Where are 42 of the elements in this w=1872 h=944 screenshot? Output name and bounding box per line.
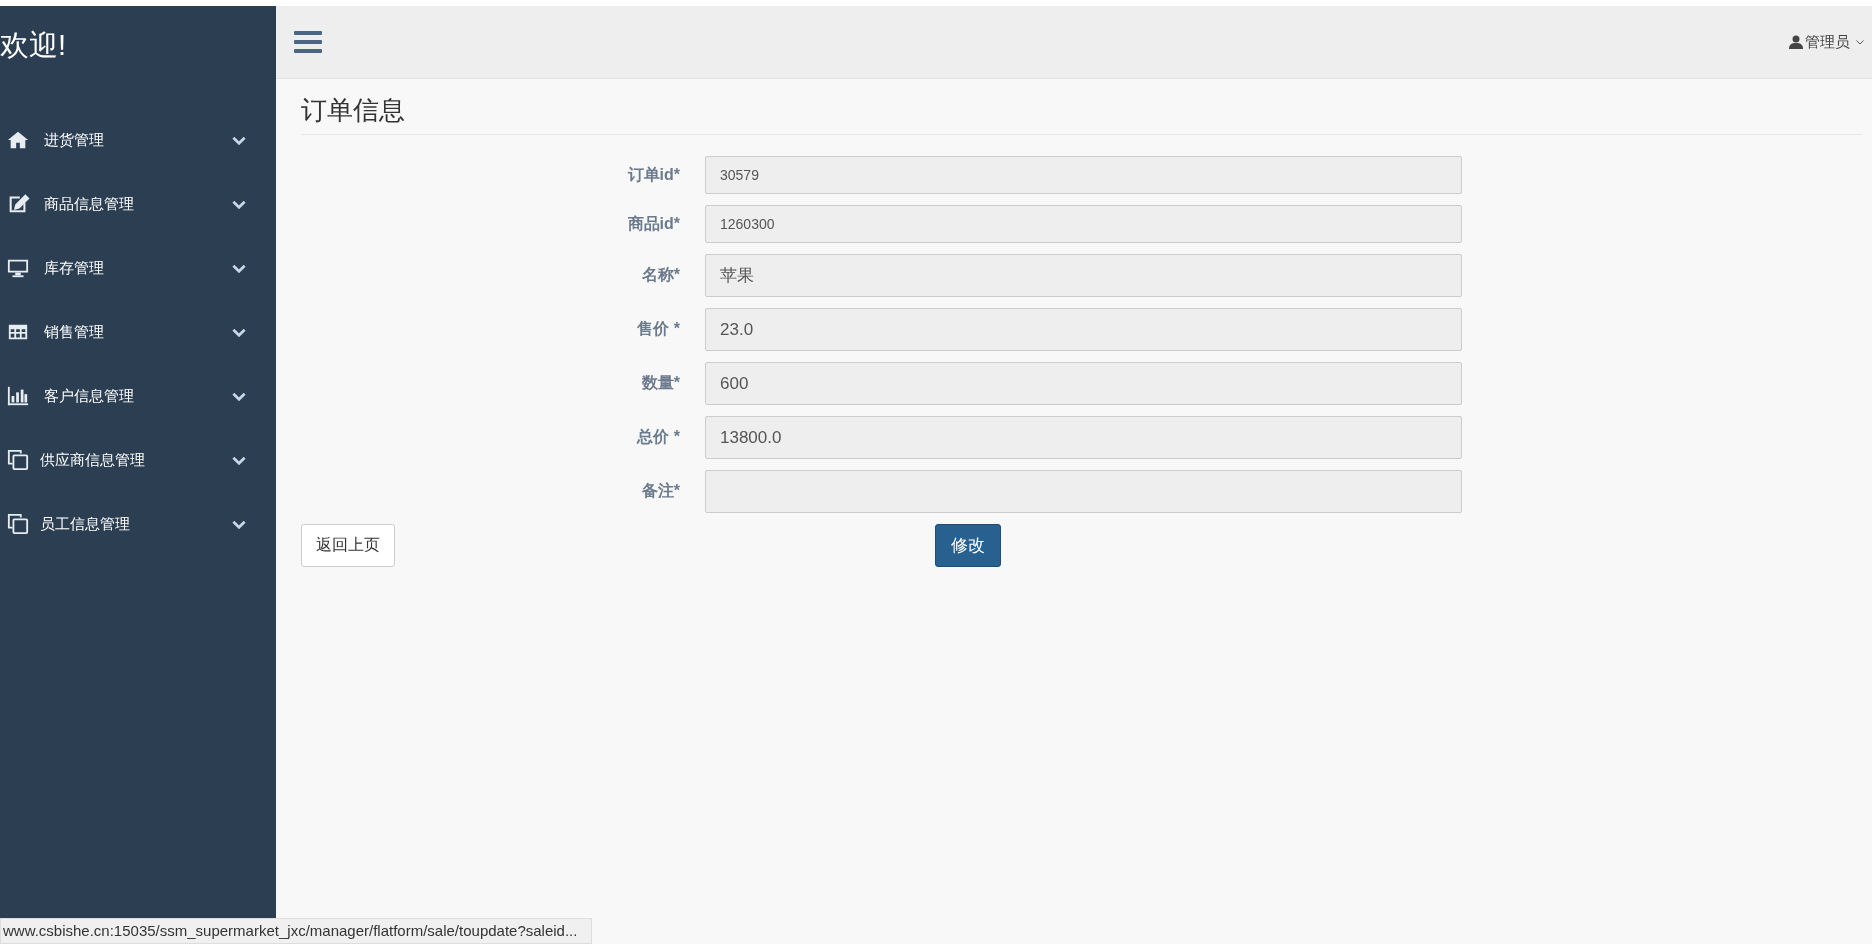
status-bar-url: www.csbishe.cn:15035/ssm_supermarket_jxc/manager/flatform/sale/toupdate?saleid... xyxy=(0,918,593,944)
input-field[interactable]: 23.0 xyxy=(705,308,1462,351)
sidebar-item[interactable]: 库存管理 xyxy=(0,236,276,300)
bar-chart-icon xyxy=(6,385,30,407)
page-title: 订单信息 xyxy=(301,93,1862,135)
sidebar-item[interactable]: 客户信息管理 xyxy=(0,364,276,428)
copy-icon xyxy=(6,449,30,471)
field-label: 订单id* xyxy=(626,164,681,185)
field-label: 售价 * xyxy=(636,319,681,339)
chevron-down-icon xyxy=(232,263,246,273)
chevron-down-icon xyxy=(232,199,246,209)
input-field[interactable] xyxy=(705,470,1462,513)
chevron-down-icon xyxy=(232,519,246,529)
chevron-down-icon xyxy=(232,135,246,145)
copy-icon xyxy=(6,513,30,535)
chevron-down-icon xyxy=(232,455,246,465)
input-field[interactable]: 600 xyxy=(705,362,1462,405)
user-menu[interactable]: 管理员 xyxy=(1789,32,1864,52)
monitor-icon xyxy=(6,257,30,279)
caret-icon xyxy=(1856,39,1864,45)
sidebar-item[interactable]: 供应商信息管理 xyxy=(0,428,276,492)
input-field[interactable]: 30579 xyxy=(705,156,1462,194)
chevron-down-icon xyxy=(232,391,246,401)
sidebar-item[interactable]: 员工信息管理 xyxy=(0,492,276,556)
field-label: 商品id* xyxy=(626,213,681,234)
menu-icon[interactable] xyxy=(294,30,322,54)
sidebar-item[interactable]: 进货管理 xyxy=(0,108,276,172)
chevron-down-icon xyxy=(232,327,246,337)
back-button[interactable]: 返回上页 xyxy=(301,524,395,567)
field-label: 备注* xyxy=(640,481,681,501)
field-label: 数量* xyxy=(640,373,681,393)
home-icon xyxy=(6,129,30,151)
user-icon xyxy=(1789,35,1803,49)
welcome-title: 欢迎! xyxy=(0,28,68,63)
input-field[interactable]: 1260300 xyxy=(705,205,1462,243)
sidebar-item[interactable]: 商品信息管理 xyxy=(0,172,276,236)
field-label: 总价 * xyxy=(635,427,681,447)
input-field[interactable]: 苹果 xyxy=(705,254,1462,297)
input-field[interactable]: 13800.0 xyxy=(705,416,1462,459)
sidebar-item[interactable]: 销售管理 xyxy=(0,300,276,364)
submit-button[interactable]: 修改 xyxy=(935,524,1001,567)
field-label: 名称* xyxy=(640,265,681,285)
